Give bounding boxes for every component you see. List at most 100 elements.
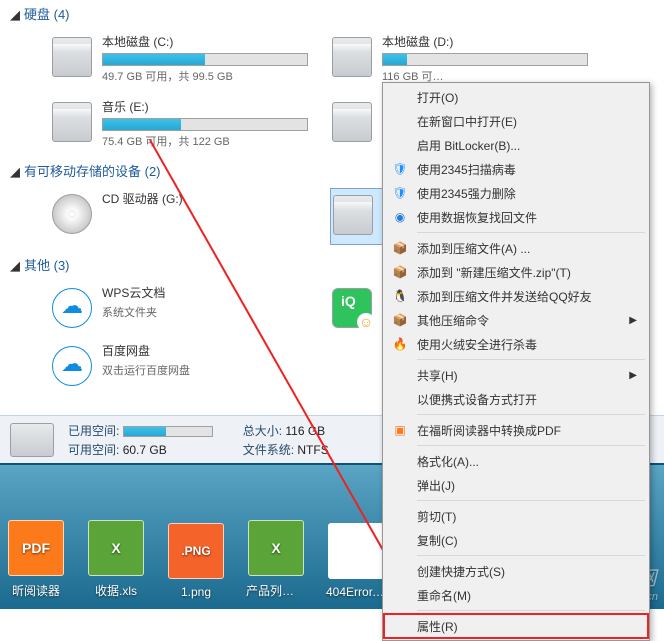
free-space-label: 可用空间: [68,443,119,457]
taskbar-item[interactable]: X 产品列表_2017073… [246,520,306,599]
menu-separator [417,610,645,611]
drive-c-name: 本地磁盘 (C:) [102,33,308,50]
drive-wps[interactable]: WPS云文档 系统文件夹 [50,282,310,330]
menu-item-icon: 🛡 [392,161,408,177]
section-other-label: 其他 (3) [24,258,70,273]
hdd-icon [332,102,372,142]
menu-item-label: 创建快捷方式(S) [417,563,505,580]
taskbar-item-label: 404Error.txt [326,585,386,599]
menu-separator [417,414,645,415]
menu-item[interactable]: 复制(C) [385,528,647,552]
total-size-label: 总大小: [243,424,282,438]
taskbar-item[interactable]: X收据.xls [86,520,146,599]
file-icon [328,523,384,579]
menu-item[interactable]: 重命名(M) [385,583,647,607]
total-size-value: 116 GB [285,424,325,438]
drive-g-name: CD 驱动器 (G:) [102,190,308,207]
drive-baidu-stats: 双击运行百度网盘 [102,362,308,378]
menu-item-label: 添加到压缩文件(A) ... [417,240,530,257]
capacity-bar [102,118,308,131]
menu-item-icon: 📦 [392,264,408,280]
drive-c[interactable]: 本地磁盘 (C:) 49.7 GB 可用，共 99.5 GB [50,31,310,86]
menu-item-label: 剪切(T) [417,508,456,525]
menu-item-icon: 🔥 [392,336,408,352]
capacity-bar [102,53,308,66]
menu-item-label: 其他压缩命令 [417,312,489,329]
menu-item[interactable]: 创建快捷方式(S) [385,559,647,583]
menu-item[interactable]: 以便携式设备方式打开 [385,387,647,411]
menu-item-label: 使用2345扫描病毒 [417,161,516,178]
menu-item[interactable]: 🐧 添加到压缩文件并发送给QQ好友 [385,284,647,308]
taskbar-item[interactable]: 404Error.txt [326,523,386,599]
iqiyi-icon [332,288,372,328]
cloud-icon [52,346,92,386]
menu-item-label: 在新窗口中打开(E) [417,113,517,130]
drive-e[interactable]: 音乐 (E:) 75.4 GB 可用，共 122 GB [50,96,310,151]
menu-item[interactable]: 🛡使用2345强力删除 [385,181,647,205]
file-icon: .PNG [168,523,224,579]
submenu-arrow-icon: ▶ [629,315,637,326]
menu-item-label: 打开(O) [417,89,458,106]
menu-item[interactable]: 启用 BitLocker(B)... [385,133,647,157]
filesystem-value: NTFS [297,443,328,457]
drive-baidu-name: 百度网盘 [102,342,308,359]
menu-item[interactable]: 打开(O) [385,85,647,109]
removable-icon [333,195,373,235]
menu-separator [417,232,645,233]
menu-item-icon: 📦 [392,240,408,256]
menu-item[interactable]: 弹出(J) [385,473,647,497]
menu-item-label: 添加到压缩文件并发送给QQ好友 [417,288,592,305]
menu-item-label: 重命名(M) [417,587,471,604]
drive-c-stats: 49.7 GB 可用，共 99.5 GB [102,68,308,84]
cd-icon [52,194,92,234]
hdd-icon [52,102,92,142]
drive-d-name: 本地磁盘 (D:) [382,33,588,50]
menu-item-label: 复制(C) [417,532,458,549]
collapse-icon: ◢ [10,7,20,23]
drive-d[interactable]: 本地磁盘 (D:) 116 GB 可… [330,31,590,86]
menu-item[interactable]: 🛡 使用2345扫描病毒 [385,157,647,181]
section-hdd-label: 硬盘 (4) [24,7,70,22]
menu-item[interactable]: 剪切(T) [385,504,647,528]
menu-item-label: 属性(R) [417,618,458,635]
used-space-label: 已用空间: [68,424,119,438]
filesystem-label: 文件系统: [243,443,294,457]
submenu-arrow-icon: ▶ [629,370,637,381]
section-hdd[interactable]: ◢ 硬盘 (4) [10,4,654,23]
menu-item[interactable]: ▣在福昕阅读器中转换成PDF [385,418,647,442]
menu-item-icon: 🐧 [392,288,408,304]
menu-item-label: 共享(H) [417,367,458,384]
menu-item[interactable]: ◉ 使用数据恢复找回文件 [385,205,647,229]
menu-item[interactable]: 格式化(A)... [385,449,647,473]
drive-wps-stats: 系统文件夹 [102,304,308,320]
taskbar-item-label: 昕阅读器 [6,582,66,599]
menu-item-label: 使用2345强力删除 [417,185,516,202]
taskbar-item-label: 产品列表_2017073… [246,582,306,599]
drive-g[interactable]: CD 驱动器 (G:) [50,188,310,245]
file-icon: X [248,520,304,576]
menu-item-label: 使用数据恢复找回文件 [417,209,537,226]
taskbar-item[interactable]: PDF 昕阅读器 [6,520,66,599]
menu-item[interactable]: 📦添加到 "新建压缩文件.zip"(T) [385,260,647,284]
menu-item[interactable]: 📦其他压缩命令▶ [385,308,647,332]
taskbar-item[interactable]: .PNG1.png [166,523,226,599]
menu-item-properties[interactable]: 属性(R) [385,614,647,638]
status-thumb-icon [10,423,54,457]
used-bar [123,426,213,437]
collapse-icon: ◢ [10,258,20,274]
hdd-icon [52,37,92,77]
drive-baidu[interactable]: 百度网盘 双击运行百度网盘 [50,340,310,388]
menu-separator [417,445,645,446]
cloud-icon [52,288,92,328]
menu-item-icon: ◉ [392,209,408,225]
menu-item[interactable]: 📦 添加到压缩文件(A) ... [385,236,647,260]
drive-e-name: 音乐 (E:) [102,98,308,115]
menu-item-label: 在福昕阅读器中转换成PDF [417,422,561,439]
menu-separator [417,500,645,501]
menu-item[interactable]: 🔥使用火绒安全进行杀毒 [385,332,647,356]
menu-item[interactable]: 在新窗口中打开(E) [385,109,647,133]
file-icon: PDF [8,520,64,576]
section-removable-label: 有可移动存储的设备 (2) [24,164,161,179]
drive-wps-name: WPS云文档 [102,284,308,301]
menu-item[interactable]: 共享(H) ▶ [385,363,647,387]
